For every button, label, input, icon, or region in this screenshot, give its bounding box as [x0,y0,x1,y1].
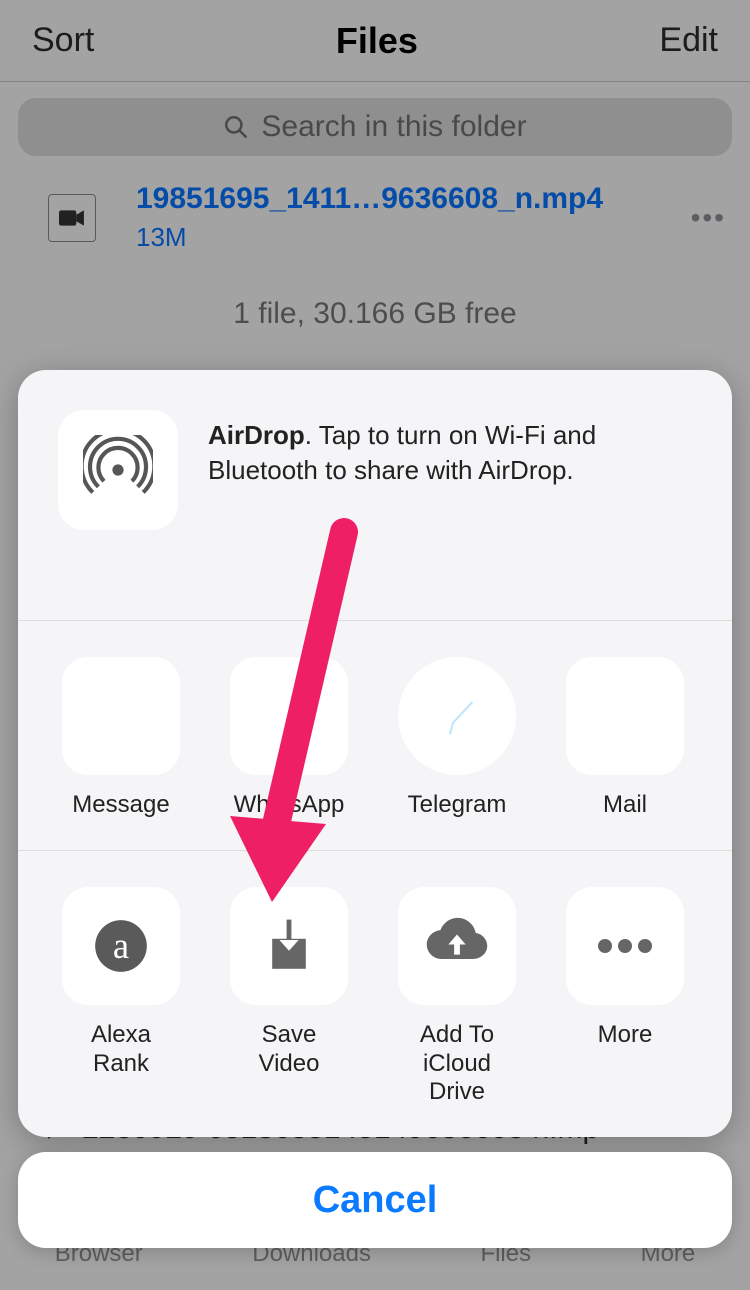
action-alexa-rank[interactable]: a Alexa Rank [60,887,182,1079]
more-icon [566,887,684,1005]
alexa-rank-icon: a [62,887,180,1005]
actions-row: a Alexa Rank Save Video Add To iCloud Dr… [18,851,732,1137]
svg-text:a: a [113,925,129,966]
share-telegram[interactable]: Telegram [396,657,518,820]
action-save-video-label: Save Video [228,1021,350,1079]
share-apps-row: Message WhatsApp Telegram Mail Ad [18,621,732,851]
action-save-video[interactable]: Save Video [228,887,350,1079]
share-whatsapp-label: WhatsApp [234,791,345,820]
action-add-icloud[interactable]: Add To iCloud Drive [396,887,518,1107]
icloud-upload-icon [398,887,516,1005]
messages-icon [62,657,180,775]
airdrop-icon [58,410,178,530]
airdrop-row[interactable]: AirDrop. Tap to turn on Wi-Fi and Blueto… [18,370,732,621]
telegram-icon [398,657,516,775]
share-telegram-label: Telegram [408,791,507,820]
share-message[interactable]: Message [60,657,182,820]
save-video-icon [230,887,348,1005]
whatsapp-icon [230,657,348,775]
share-sheet: AirDrop. Tap to turn on Wi-Fi and Blueto… [18,370,732,1137]
share-mail[interactable]: Mail [564,657,686,820]
action-add-icloud-label: Add To iCloud Drive [396,1021,518,1107]
cancel-button[interactable]: Cancel [18,1152,732,1248]
airdrop-text: AirDrop. Tap to turn on Wi-Fi and Blueto… [208,410,694,488]
mail-icon [566,657,684,775]
share-mail-label: Mail [603,791,647,820]
share-whatsapp[interactable]: WhatsApp [228,657,350,820]
share-message-label: Message [72,791,169,820]
action-more[interactable]: More [564,887,686,1050]
action-alexa-rank-label: Alexa Rank [60,1021,182,1079]
action-more-label: More [598,1021,653,1050]
